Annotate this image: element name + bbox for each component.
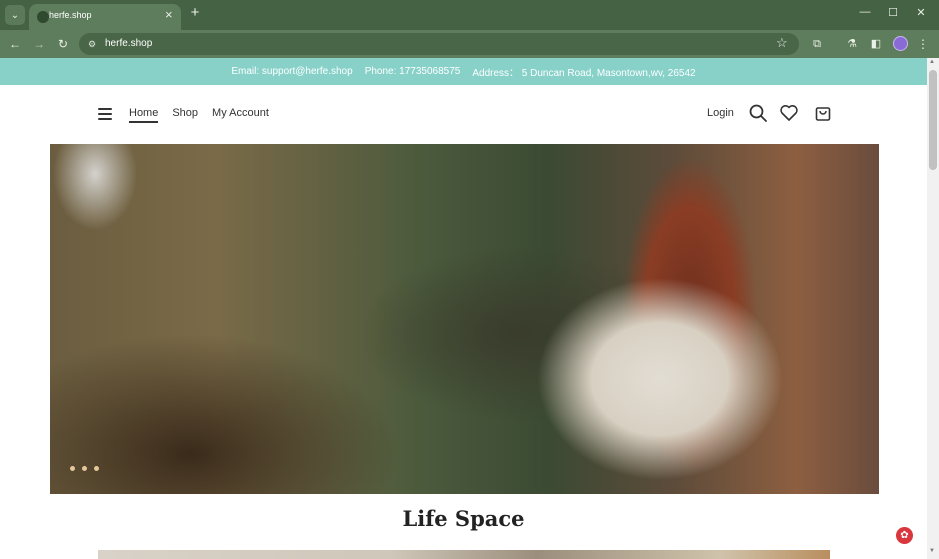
browser-toolbar: ← → ↻ ⚙ herfe.shop ☆ ⧉ ⚗ ◧ ⋮ (0, 30, 939, 58)
browser-tab-bar: ⌄ herfe.shop × + — ☐ ✕ (0, 0, 939, 30)
menu-icon[interactable] (98, 108, 112, 120)
section-title: Life Space (402, 506, 525, 531)
close-window-button[interactable]: ✕ (912, 6, 930, 22)
minimize-button[interactable]: — (856, 6, 874, 22)
shopping-bag-icon[interactable] (813, 103, 833, 123)
address-bar[interactable]: ⚙ herfe.shop ☆ (79, 33, 799, 55)
back-button[interactable]: ← (6, 35, 24, 53)
bookmark-star-icon[interactable]: ☆ (776, 35, 788, 51)
reload-button[interactable]: ↻ (54, 35, 72, 53)
close-tab-icon[interactable]: × (165, 7, 173, 22)
extensions-icon[interactable]: ⧉ (808, 35, 826, 53)
carousel-dots (70, 466, 99, 471)
scroll-down-icon[interactable]: ▼ (929, 548, 935, 554)
side-panel-icon[interactable]: ◧ (867, 35, 885, 53)
url-text[interactable]: herfe.shop (105, 38, 152, 49)
scroll-up-icon[interactable]: ▲ (929, 59, 935, 65)
favicon-icon (37, 11, 49, 23)
site-info-icon[interactable]: ⚙ (86, 38, 98, 50)
heart-icon[interactable] (779, 103, 799, 123)
maximize-button[interactable]: ☐ (884, 6, 902, 22)
new-tab-button[interactable]: + (187, 5, 203, 21)
category-images-strip (98, 550, 830, 559)
browser-tab[interactable]: herfe.shop × (29, 4, 181, 30)
contact-email: Email: support@herfe.shop (231, 66, 353, 77)
carousel-dot[interactable] (82, 466, 87, 471)
tab-search-button[interactable]: ⌄ (5, 5, 25, 25)
nav-shop[interactable]: Shop (172, 107, 198, 123)
page-scrollbar[interactable]: ▲ ▼ (927, 58, 939, 559)
main-nav: Home Shop My Account (129, 107, 269, 123)
forward-button[interactable]: → (30, 35, 48, 53)
search-icon[interactable] (748, 103, 768, 123)
web-page: Email: support@herfe.shop Phone: 1773506… (0, 58, 927, 559)
site-header: Home Shop My Account Login (0, 85, 927, 145)
contact-address: Address： 5 Duncan Road, Masontown,wv, 26… (472, 68, 696, 79)
browser-menu-icon[interactable]: ⋮ (914, 35, 932, 53)
scroll-thumb[interactable] (929, 70, 937, 170)
tab-title: herfe.shop (49, 10, 92, 20)
chat-icon[interactable]: ✿ (896, 527, 913, 544)
contact-bar: Email: support@herfe.shop Phone: 1773506… (0, 58, 927, 85)
hero-banner[interactable] (50, 144, 879, 494)
nav-home[interactable]: Home (129, 107, 159, 123)
login-link[interactable]: Login (707, 107, 734, 119)
profile-avatar[interactable] (893, 36, 908, 51)
nav-my-account[interactable]: My Account (212, 107, 269, 123)
carousel-dot[interactable] (70, 466, 75, 471)
carousel-dot[interactable] (94, 466, 99, 471)
contact-phone: Phone: 17735068575 (364, 66, 461, 77)
labs-icon[interactable]: ⚗ (843, 35, 861, 53)
